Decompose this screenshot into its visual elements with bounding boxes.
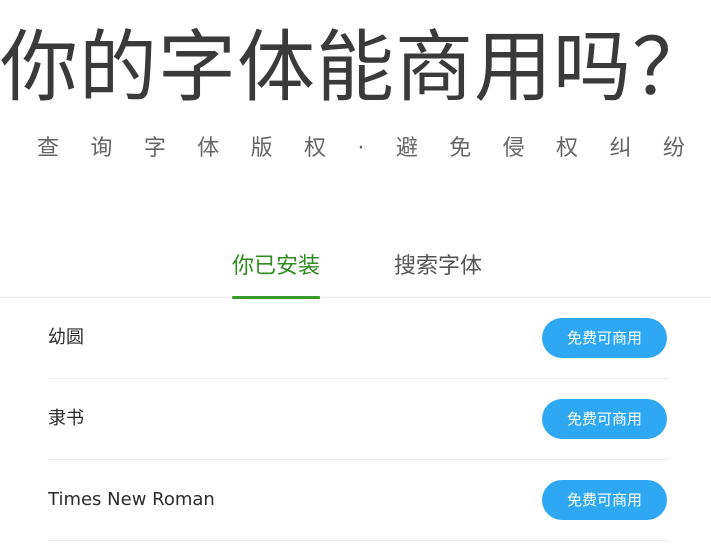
subtitle-char: 版: [250, 136, 273, 161]
subtitle-char: 权: [304, 136, 327, 161]
font-row: Times New Roman 免费可商用: [48, 460, 668, 541]
subtitle-char: 侵: [502, 136, 525, 161]
license-button[interactable]: 免费可商用: [542, 480, 667, 520]
font-name: 幼圆: [48, 327, 84, 348]
subtitle-char: 纠: [609, 136, 632, 161]
page-title: 你的字体能商用吗？: [0, 23, 711, 113]
page-subtitle: 查 询 字 体 版 权 · 避 免 侵 权 纠 纷: [37, 134, 685, 164]
tab-search-fonts[interactable]: 搜索字体: [394, 252, 482, 298]
license-button[interactable]: 免费可商用: [542, 399, 667, 439]
subtitle-char: 查: [37, 136, 60, 161]
font-row: 隶书 免费可商用: [48, 379, 668, 460]
tab-search-label: 搜索字体: [394, 254, 483, 279]
tab-bar: 你已安装 搜索字体: [0, 252, 711, 299]
font-list: 幼圆 免费可商用 隶书 免费可商用 Times New Roman 免费可商用: [48, 298, 668, 541]
subtitle-char: 纷: [662, 136, 685, 161]
font-name: 隶书: [48, 408, 84, 429]
font-name: Times New Roman: [48, 489, 215, 510]
subtitle-char: 避: [395, 136, 418, 161]
license-button[interactable]: 免费可商用: [542, 318, 667, 358]
subtitle-char: 询: [90, 136, 113, 161]
tab-installed-label: 你已安装: [232, 254, 321, 279]
subtitle-char: 权: [556, 136, 579, 161]
subtitle-separator: ·: [357, 136, 365, 161]
subtitle-char: 免: [449, 136, 472, 161]
subtitle-char: 体: [197, 136, 220, 161]
tab-installed[interactable]: 你已安装: [232, 252, 321, 299]
font-row: 幼圆 免费可商用: [48, 298, 668, 379]
subtitle-char: 字: [143, 136, 166, 161]
